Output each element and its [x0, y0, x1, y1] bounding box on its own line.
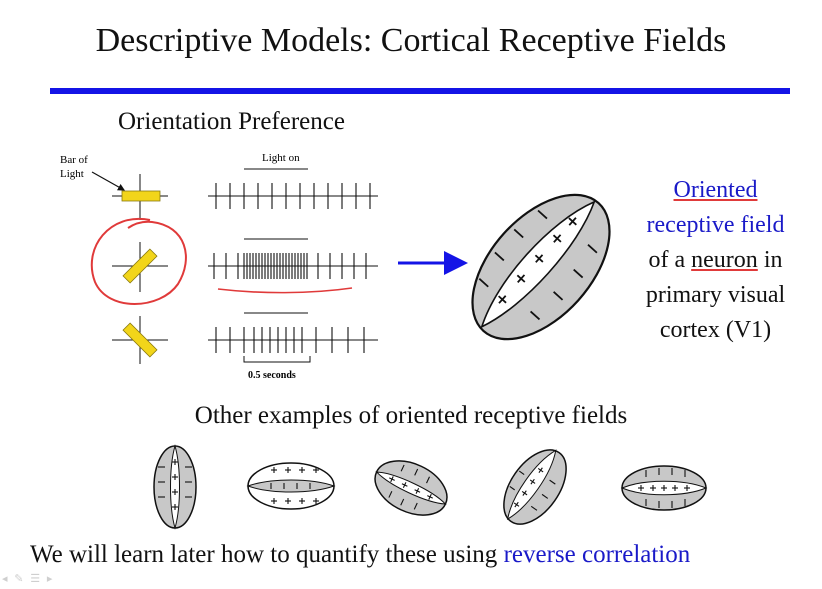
- slide-controls-icons[interactable]: ◂ ✎ ☰ ▸: [2, 572, 54, 585]
- caption-line-oriented: Oriented: [673, 177, 758, 203]
- bar-label-line-1: Bar of: [60, 154, 88, 166]
- spike-train-2: [208, 253, 378, 279]
- caption-suffix: in: [757, 247, 783, 273]
- bar-of-light-label: Bar of: [60, 154, 88, 166]
- reverse-correlation-link[interactable]: reverse correlation: [504, 541, 691, 568]
- caption-line-neuron: of a neuron in: [618, 243, 813, 278]
- bar-pointer-arrow: [91, 171, 126, 191]
- stimulus-steep: [112, 316, 168, 364]
- red-underline: [217, 287, 353, 294]
- stimulus-horizontal: [112, 174, 168, 220]
- light-on-label: Light on: [262, 152, 300, 164]
- spike-train-1: [208, 183, 378, 209]
- example-field-horizontal-center-off: [246, 462, 336, 510]
- bar-of-light-label-2: Light: [60, 168, 84, 180]
- time-scale-label: 0.5 seconds: [248, 370, 296, 381]
- example-field-tilted-down: [374, 460, 448, 516]
- footer-text: We will learn later how to quantify thes…: [30, 541, 690, 569]
- caption-line-receptive-field: receptive field: [646, 212, 785, 238]
- spike-train-3: [208, 327, 378, 353]
- bar-label-line-2: Light: [60, 168, 84, 180]
- caption-neuron-word: neuron: [691, 247, 758, 273]
- time-scale-text: 0.5 seconds: [248, 370, 296, 381]
- light-on-text: Light on: [262, 152, 300, 164]
- examples-heading: Other examples of oriented receptive fie…: [194, 402, 628, 429]
- stimulus-oblique: [112, 242, 168, 292]
- caption-line-cortex: cortex (V1): [659, 317, 772, 343]
- caption-line-primary-visual: primary visual: [645, 282, 786, 308]
- footer-prefix: We will learn later how to quantify thes…: [30, 541, 504, 568]
- large-oriented-receptive-field: [471, 193, 611, 341]
- caption-prefix: of a: [648, 247, 692, 273]
- example-field-horizontal-center-on: [620, 465, 708, 511]
- example-field-tilted-up: [503, 449, 567, 525]
- example-field-vertical: [153, 444, 197, 530]
- receptive-field-caption: Oriented receptive field of a neuron in …: [618, 173, 813, 348]
- time-scale-bracket: [243, 356, 311, 363]
